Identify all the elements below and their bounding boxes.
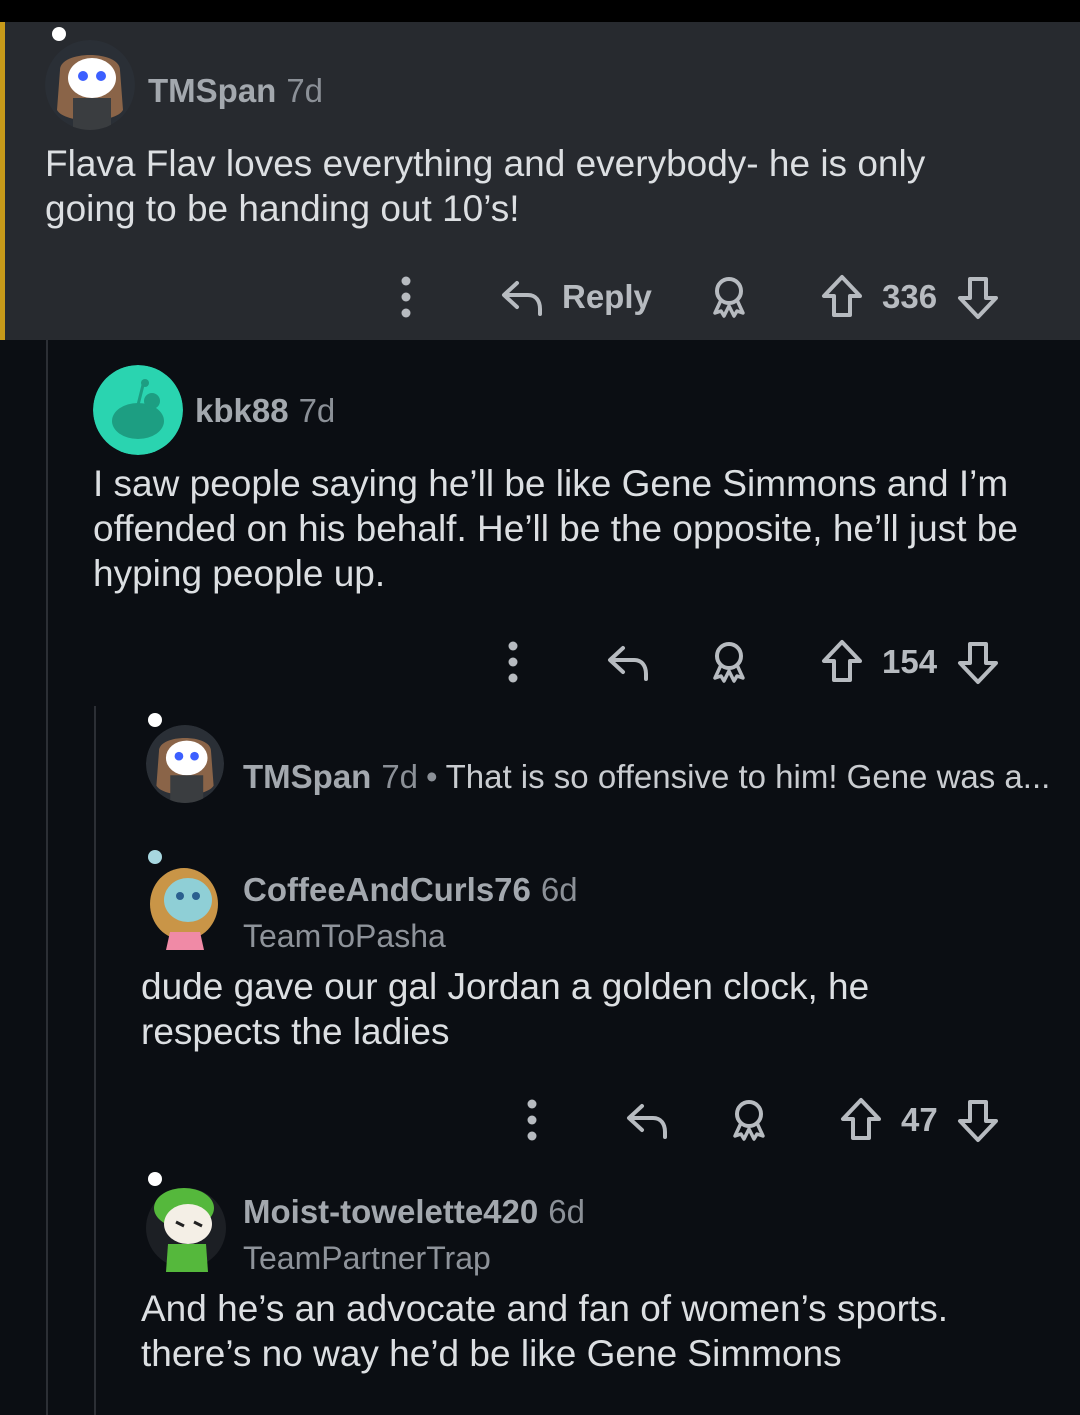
upvote-button[interactable] bbox=[820, 637, 864, 687]
more-options-icon bbox=[522, 1095, 542, 1145]
avatar[interactable] bbox=[146, 862, 224, 950]
reply-icon bbox=[623, 1096, 671, 1144]
more-options-button[interactable] bbox=[503, 637, 523, 687]
avatar[interactable] bbox=[146, 1180, 226, 1272]
thread-line[interactable] bbox=[46, 340, 48, 1415]
antenna-icon bbox=[148, 713, 162, 727]
award-icon bbox=[705, 273, 753, 321]
reply-button[interactable] bbox=[623, 1095, 671, 1145]
downvote-button[interactable] bbox=[956, 637, 1000, 687]
comment-body: I saw people saying he’ll be like Gene S… bbox=[93, 463, 1018, 594]
username[interactable]: kbk88 bbox=[195, 392, 289, 429]
more-options-button[interactable] bbox=[396, 272, 416, 322]
reply-button[interactable] bbox=[604, 637, 652, 687]
award-button[interactable] bbox=[725, 1095, 773, 1145]
avatar[interactable] bbox=[146, 725, 224, 803]
upvote-icon bbox=[839, 1096, 883, 1144]
upvote-icon bbox=[820, 273, 864, 321]
thread-line[interactable] bbox=[94, 706, 96, 1415]
status-bar bbox=[0, 0, 1080, 22]
comment-actions: 47 bbox=[0, 1095, 1080, 1145]
reply-label: Reply bbox=[562, 278, 652, 315]
award-button[interactable] bbox=[705, 637, 753, 687]
avatar[interactable] bbox=[93, 365, 183, 455]
separator-dot: • bbox=[426, 758, 438, 795]
user-flair: TeamToPasha bbox=[243, 918, 446, 954]
downvote-button[interactable] bbox=[956, 272, 1000, 322]
reply-icon bbox=[604, 638, 652, 686]
antenna-icon bbox=[148, 850, 162, 864]
collapsed-comment[interactable]: TMSpan 7d • That is so offensive to him! Ge… bbox=[243, 758, 1050, 796]
comment-header: Moist-towelette420 6d bbox=[243, 1193, 585, 1231]
downvote-icon bbox=[956, 638, 1000, 686]
downvote-button[interactable] bbox=[956, 1095, 1000, 1145]
upvote-icon bbox=[820, 638, 864, 686]
reply-button[interactable]: Reply bbox=[498, 272, 652, 322]
upvote-button[interactable] bbox=[839, 1095, 883, 1145]
user-flair: TeamPartnerTrap bbox=[243, 1240, 491, 1276]
award-icon bbox=[705, 638, 753, 686]
avatar[interactable] bbox=[45, 40, 135, 130]
comment-body: And he’s an advocate and fan of women’s … bbox=[141, 1288, 948, 1374]
award-icon bbox=[725, 1096, 773, 1144]
collapsed-preview: That is so offensive to him! Gene was a.… bbox=[445, 758, 1051, 795]
vote-count: 336 bbox=[882, 278, 938, 315]
more-options-button[interactable] bbox=[522, 1095, 542, 1145]
comment-body: Flava Flav loves everything and everybod… bbox=[45, 143, 926, 229]
comment-header: TMSpan 7d bbox=[148, 72, 323, 110]
comment-age: 6d bbox=[540, 871, 578, 908]
username[interactable]: CoffeeAndCurls76 bbox=[243, 871, 531, 908]
username[interactable]: TMSpan bbox=[243, 758, 371, 795]
comment-age: 6d bbox=[548, 1193, 585, 1230]
comment-age: 7d bbox=[298, 392, 336, 429]
antenna-icon bbox=[148, 1172, 162, 1186]
comment-header: kbk88 7d bbox=[195, 392, 335, 430]
username[interactable]: TMSpan bbox=[148, 72, 276, 109]
reply-icon bbox=[498, 273, 546, 321]
more-options-icon bbox=[396, 272, 416, 322]
comment-header: CoffeeAndCurls76 6d bbox=[243, 871, 578, 909]
downvote-icon bbox=[956, 273, 1000, 321]
vote-count: 154 bbox=[882, 643, 938, 680]
username[interactable]: Moist-towelette420 bbox=[243, 1193, 538, 1230]
vote-count: 47 bbox=[901, 1101, 938, 1138]
award-button[interactable] bbox=[705, 272, 753, 322]
comment-age: 7d bbox=[381, 758, 419, 795]
comment-actions: 154 bbox=[0, 637, 1080, 687]
comment-actions: Reply 336 bbox=[0, 272, 1080, 322]
comment-body: dude gave our gal Jordan a golden clock,… bbox=[141, 966, 870, 1052]
upvote-button[interactable] bbox=[820, 272, 864, 322]
more-options-icon bbox=[503, 637, 523, 687]
antenna-icon bbox=[52, 27, 66, 41]
downvote-icon bbox=[956, 1096, 1000, 1144]
comment-age: 7d bbox=[286, 72, 324, 109]
